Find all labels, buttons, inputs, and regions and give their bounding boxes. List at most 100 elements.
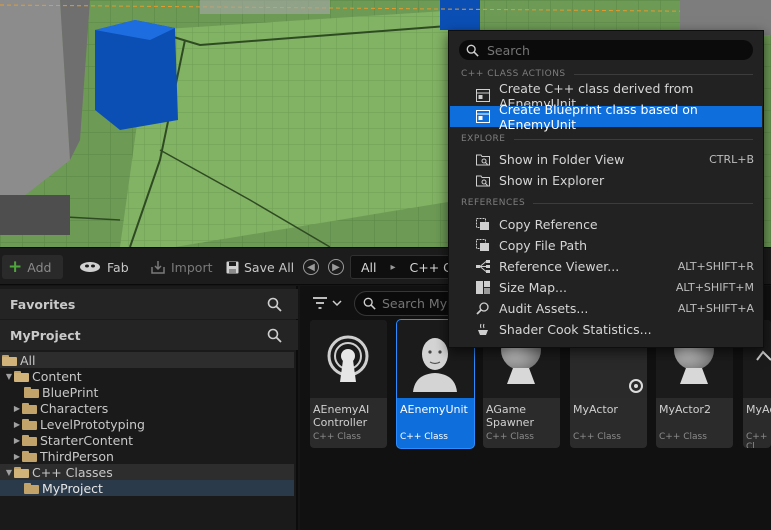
section-cpp-class-actions: C++ CLASS ACTIONS bbox=[461, 67, 753, 81]
copy-reference-icon bbox=[476, 218, 489, 230]
tree-item-startercontent[interactable]: ▶ StarterContent bbox=[0, 432, 294, 448]
search-icon[interactable] bbox=[267, 297, 282, 312]
chevron-right-icon[interactable]: ▶ bbox=[12, 404, 22, 413]
asset-name: AEnemyUnit bbox=[400, 403, 468, 416]
section-references: REFERENCES bbox=[461, 196, 753, 210]
tree-item-myproject[interactable]: MyProject bbox=[0, 480, 294, 496]
menu-item-label: Show in Explorer bbox=[499, 173, 605, 188]
import-icon bbox=[151, 261, 165, 274]
search-icon bbox=[363, 297, 376, 310]
section-title: EXPLORE bbox=[461, 134, 506, 144]
folder-search-icon bbox=[476, 154, 490, 166]
menu-item-shortcut: ALT+SHIFT+A bbox=[677, 302, 754, 315]
asset-thumbnail bbox=[310, 320, 387, 398]
save-all-button[interactable]: Save All bbox=[220, 255, 300, 279]
plus-icon: + bbox=[8, 257, 23, 277]
section-title: REFERENCES bbox=[461, 198, 526, 208]
menu-item-shortcut: ALT+SHIFT+R bbox=[677, 260, 754, 273]
search-icon[interactable] bbox=[267, 328, 282, 343]
tree-item-all[interactable]: All bbox=[0, 352, 294, 368]
class-icon bbox=[476, 89, 490, 102]
menu-item-shader-cook-statistics[interactable]: Shader Cook Statistics... bbox=[450, 319, 762, 340]
tree-item-thirdperson[interactable]: ▶ ThirdPerson bbox=[0, 448, 294, 464]
folder-icon bbox=[24, 386, 39, 398]
history-forward-button[interactable]: ▶ bbox=[328, 259, 344, 275]
fab-icon bbox=[80, 262, 100, 272]
tree-item-content[interactable]: ▼ Content bbox=[0, 368, 294, 384]
menu-search-input[interactable] bbox=[487, 42, 737, 58]
chevron-right-icon[interactable]: ▶ bbox=[12, 420, 22, 429]
folder-icon bbox=[22, 450, 37, 462]
menu-item-shortcut: ALT+SHIFT+M bbox=[675, 281, 754, 294]
menu-item-create-blueprint-class[interactable]: Create Blueprint class based on AEnemyUn… bbox=[450, 102, 762, 132]
menu-item-size-map[interactable]: Size Map... ALT+SHIFT+M bbox=[450, 277, 762, 298]
project-header[interactable]: MyProject bbox=[0, 320, 298, 350]
asset-type: C++ Class bbox=[659, 432, 707, 442]
history-back-button[interactable]: ◀ bbox=[303, 259, 319, 275]
menu-item-copy-reference[interactable]: Copy Reference bbox=[450, 214, 762, 235]
asset-type: C++ Class bbox=[400, 432, 448, 442]
menu-item-label: Reference Viewer... bbox=[499, 259, 620, 274]
menu-item-copy-file-path[interactable]: Copy File Path bbox=[450, 235, 762, 256]
fab-button-label: Fab bbox=[107, 259, 129, 275]
chevron-right-icon[interactable]: ▶ bbox=[12, 436, 22, 445]
chevron-right-icon[interactable]: ▶ bbox=[12, 452, 22, 461]
menu-search-field[interactable] bbox=[459, 40, 753, 60]
asset-context-menu: C++ CLASS ACTIONS Create C++ class deriv… bbox=[448, 30, 764, 348]
tree-item-label: C++ Classes bbox=[32, 464, 113, 480]
menu-item-label: Create Blueprint class based on AEnemyUn… bbox=[499, 101, 698, 132]
asset-name: MyAc Insta bbox=[746, 403, 771, 416]
audit-icon bbox=[476, 302, 489, 315]
ai-controller-icon bbox=[327, 335, 369, 382]
menu-item-shortcut: CTRL+B bbox=[709, 153, 754, 166]
folder-search-icon bbox=[476, 175, 490, 187]
tree-item-cpp-classes[interactable]: ▼ C++ Classes bbox=[0, 464, 294, 480]
asset-name: AEnemyAI Controller bbox=[313, 403, 370, 429]
folder-open-icon bbox=[2, 354, 17, 366]
menu-item-label: Audit Assets... bbox=[499, 301, 589, 316]
tree-item-blueprint[interactable]: BluePrint bbox=[0, 384, 294, 400]
folder-icon bbox=[22, 434, 37, 446]
shader-icon bbox=[478, 323, 488, 335]
menu-item-label: Copy File Path bbox=[499, 238, 588, 253]
search-icon bbox=[466, 44, 479, 57]
tree-item-label: LevelPrototyping bbox=[40, 416, 145, 432]
project-title: MyProject bbox=[10, 327, 81, 343]
tree-item-levelprototyping[interactable]: ▶ LevelPrototyping bbox=[0, 416, 294, 432]
asset-name: AGame Spawner bbox=[486, 403, 534, 429]
menu-item-audit-assets[interactable]: Audit Assets... ALT+SHIFT+A bbox=[450, 298, 762, 319]
fab-button[interactable]: Fab bbox=[72, 255, 135, 279]
filter-icon[interactable] bbox=[312, 296, 342, 310]
blueprint-class-icon bbox=[476, 110, 490, 123]
asset-name: MyActor2 bbox=[659, 403, 711, 416]
breadcrumb-item-all[interactable]: All bbox=[361, 260, 377, 275]
chevron-right-icon: ▸ bbox=[390, 261, 396, 273]
add-button-label: Add bbox=[27, 259, 52, 275]
menu-item-show-in-explorer[interactable]: Show in Explorer bbox=[450, 170, 762, 191]
add-button[interactable]: + Add bbox=[2, 255, 63, 279]
save-all-button-label: Save All bbox=[244, 259, 295, 275]
tree-item-characters[interactable]: ▶ Characters bbox=[0, 400, 294, 416]
copy-path-icon bbox=[476, 239, 489, 251]
chevron-down-icon[interactable]: ▼ bbox=[4, 468, 14, 477]
tree-item-label: Content bbox=[32, 368, 82, 384]
tree-item-label: BluePrint bbox=[42, 384, 99, 400]
reference-viewer-icon bbox=[476, 260, 490, 273]
asset-tile[interactable]: AEnemyAI Controller C++ Class bbox=[310, 320, 387, 448]
chevron-left-icon: ◀ bbox=[307, 261, 315, 273]
asset-type: C++ Class bbox=[313, 432, 361, 442]
menu-item-show-in-folder-view[interactable]: Show in Folder View CTRL+B bbox=[450, 149, 762, 170]
favorites-header[interactable]: Favorites bbox=[0, 289, 298, 319]
import-button[interactable]: Import bbox=[144, 255, 219, 279]
tree-item-label: Characters bbox=[40, 400, 109, 416]
section-title: C++ CLASS ACTIONS bbox=[461, 69, 566, 79]
chevron-down-icon[interactable]: ▼ bbox=[4, 372, 14, 381]
tree-item-label: MyProject bbox=[42, 480, 103, 496]
folder-icon bbox=[22, 402, 37, 414]
menu-item-reference-viewer[interactable]: Reference Viewer... ALT+SHIFT+R bbox=[450, 256, 762, 277]
tree-item-label: All bbox=[20, 352, 36, 368]
size-map-icon bbox=[476, 281, 490, 294]
asset-type: C++ Cl bbox=[746, 432, 768, 448]
menu-item-label: Size Map... bbox=[499, 280, 567, 295]
folder-tree: All ▼ Content BluePrint ▶ Characters ▶ L… bbox=[0, 352, 294, 496]
